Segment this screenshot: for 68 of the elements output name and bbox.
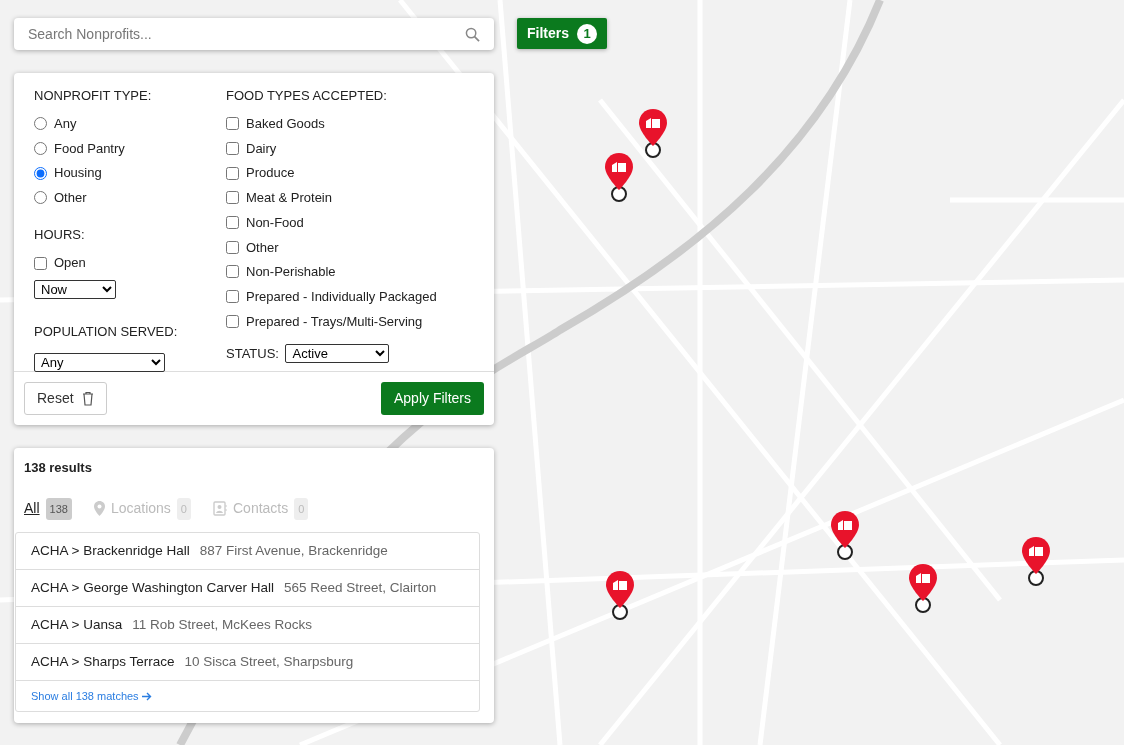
map-pin-icon[interactable]	[638, 108, 668, 158]
map-pin-icon[interactable]	[604, 152, 634, 202]
apply-filters-button[interactable]: Apply Filters	[380, 382, 484, 415]
result-item[interactable]: ACHA > Uansa 11 Rob Street, McKees Rocks	[16, 607, 479, 644]
filters-button[interactable]: Filters 1	[517, 18, 607, 49]
filter-count-badge: 1	[577, 23, 597, 44]
section-title: POPULATION SERVED:	[34, 322, 179, 341]
result-address: 565 Reed Street, Clairton	[284, 578, 437, 597]
section-title: FOOD TYPES ACCEPTED:	[226, 87, 388, 105]
status-dropdown[interactable]: Active	[285, 343, 390, 363]
option-label: Open	[54, 254, 86, 273]
map-pin-icon[interactable]	[605, 570, 635, 620]
results-tab[interactable]: All 138	[24, 497, 72, 520]
result-address: 887 First Avenue, Brackenridge	[199, 541, 388, 560]
checkbox[interactable]	[226, 265, 239, 279]
checkbox[interactable]	[34, 256, 47, 270]
checkbox[interactable]	[226, 166, 239, 180]
option-label: Meat & Protein	[246, 189, 332, 208]
search-icon[interactable]	[465, 27, 480, 42]
option-label: Other	[54, 189, 87, 208]
trash-icon	[81, 391, 94, 406]
option-label: Any	[54, 115, 77, 134]
result-name: ACHA > Brackenridge Hall	[31, 541, 190, 560]
result-address: 10 Sisca Street, Sharpsburg	[184, 652, 354, 671]
option-label: Non-Perishable	[246, 263, 336, 282]
radio-button[interactable]	[34, 142, 47, 156]
contact-card-icon	[213, 501, 227, 517]
option-label: Prepared - Individually Packaged	[246, 287, 437, 306]
option-label: Food Pantry	[54, 139, 125, 158]
radio-button[interactable]	[34, 191, 47, 205]
result-name: ACHA > Sharps Terrace	[31, 652, 175, 671]
result-item[interactable]: ACHA > Sharps Terrace 10 Sisca Street, Sharpsburg	[16, 644, 479, 681]
checkbox[interactable]	[226, 216, 239, 230]
option-label: Dairy	[246, 139, 277, 158]
hours-dropdown[interactable]: Now	[34, 280, 116, 300]
result-item[interactable]: ACHA > Brackenridge Hall 887 First Avenue, Brackenridge	[16, 533, 479, 570]
map-pin-icon[interactable]	[830, 510, 860, 560]
section-title: NONPROFIT TYPE:	[34, 87, 153, 105]
radio-button[interactable]	[34, 117, 47, 131]
reset-button[interactable]: Reset	[24, 382, 107, 415]
result-item[interactable]: ACHA > George Washington Carver Hall 565 Reed Street, Clairton	[16, 570, 479, 607]
arrow-right-icon	[141, 692, 152, 702]
checkbox[interactable]	[226, 290, 239, 304]
map-pin-icon[interactable]	[1021, 536, 1051, 586]
status-label: STATUS:	[226, 344, 279, 363]
checkbox[interactable]	[226, 314, 239, 328]
show-all-link[interactable]: Show all 138 matches	[31, 687, 152, 705]
section-title: HOURS:	[34, 226, 86, 245]
count-badge: 138	[45, 497, 72, 520]
population-dropdown[interactable]: Any	[34, 353, 165, 373]
result-name: ACHA > Uansa	[31, 615, 123, 634]
option-label: Prepared - Trays/Multi-Serving	[246, 312, 423, 331]
results-count: 138 results	[23, 459, 93, 477]
result-address: 11 Rob Street, McKees Rocks	[132, 615, 312, 634]
option-label: Non-Food	[246, 213, 304, 232]
map-pin-icon[interactable]	[908, 563, 938, 613]
option-label: Produce	[246, 164, 295, 183]
checkbox[interactable]	[226, 240, 239, 254]
result-name: ACHA > George Washington Carver Hall	[31, 578, 274, 597]
radio-button[interactable]	[34, 166, 47, 180]
option-label: Baked Goods	[246, 115, 325, 134]
checkbox[interactable]	[226, 191, 239, 205]
search-field[interactable]: Search Nonprofits...	[14, 18, 494, 50]
option-label: Housing	[54, 164, 102, 183]
location-pin-icon	[93, 501, 105, 517]
checkbox[interactable]	[226, 142, 239, 156]
checkbox[interactable]	[226, 117, 239, 131]
option-label: Other	[246, 238, 279, 257]
